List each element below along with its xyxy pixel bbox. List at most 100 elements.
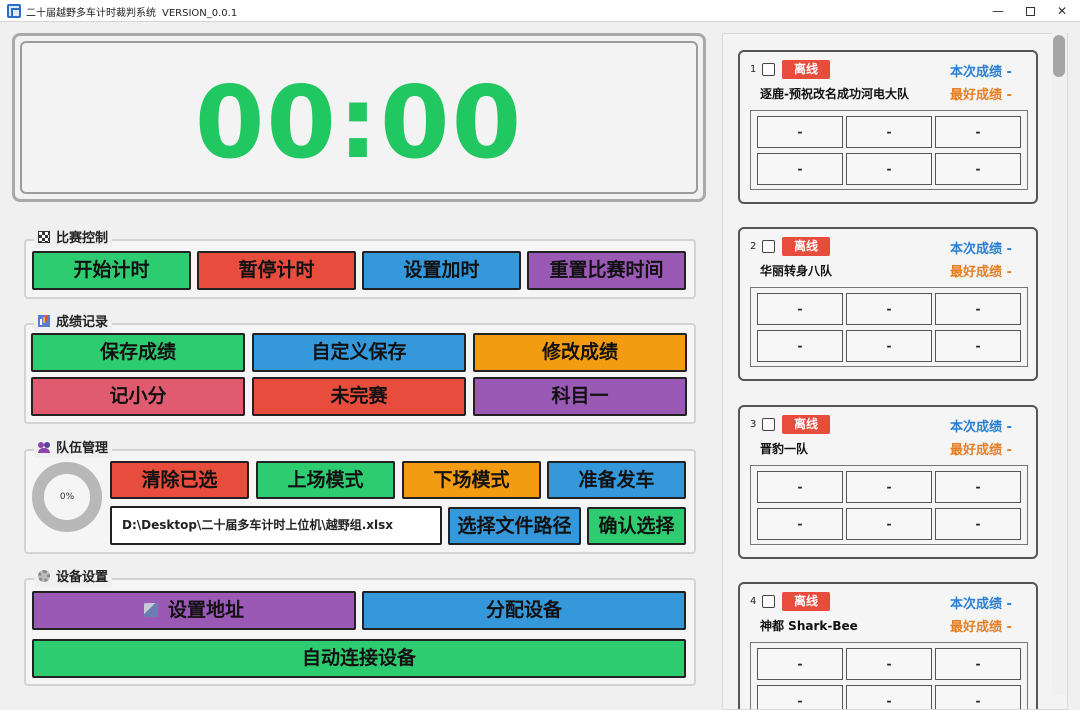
score-record-label: 成绩记录 [56,315,109,330]
best-score: 最好成绩 - [950,88,1012,103]
reset-time-button[interactable]: 重置比赛时间 [527,251,686,290]
score-cell: - [935,116,1021,148]
score-record-title: 成绩记录 [34,314,113,332]
current-score: 本次成绩 - [950,597,1012,612]
team-management-title: 队伍管理 [34,440,113,458]
progress-label: 0% [59,492,75,502]
unfinished-button[interactable]: 未完赛 [252,377,466,416]
device-settings-title: 设备设置 [34,569,113,587]
confirm-select-button[interactable]: 确认选择 [587,507,686,545]
close-icon: ✕ [1056,4,1068,18]
team-index: 2 [750,241,757,252]
maximize-button[interactable] [1012,0,1048,22]
maximize-icon [1025,7,1035,16]
minor-points-button[interactable]: 记小分 [31,377,245,416]
start-timer-button[interactable]: 开始计时 [32,251,191,290]
app-logo-icon [7,4,21,18]
score-cell: - [846,685,932,709]
people-icon [38,441,50,453]
timer-panel: 00:00 [12,33,706,202]
pause-timer-button[interactable]: 暂停计时 [197,251,356,290]
enter-mode-button[interactable]: 上场模式 [256,461,395,499]
score-grid: - - - - - - [750,642,1028,709]
file-path-input[interactable]: D:\Desktop\二十届多车计时上位机\越野组.xlsx [110,506,442,545]
ready-launch-button[interactable]: 准备发车 [547,461,686,499]
score-cell: - [935,330,1021,362]
app-version: VERSION_0.0.1 [162,8,238,19]
timer-inner-frame: 00:00 [20,41,698,194]
clear-selected-button[interactable]: 清除已选 [110,461,249,499]
team-name: 神都 Shark-Bee [760,619,858,633]
team-checkbox[interactable] [762,240,775,253]
brush-icon [143,603,158,617]
score-cell: - [757,293,843,325]
score-cell: - [757,685,843,709]
minimize-icon: — [992,4,1004,18]
auto-connect-button[interactable]: 自动连接设备 [32,639,686,678]
team-name: 晋豹一队 [760,442,809,456]
vertical-scrollbar[interactable] [1052,33,1066,695]
modify-score-button[interactable]: 修改成绩 [473,333,687,372]
score-grid: - - - - - - [750,110,1028,190]
app-title: 二十届越野多车计时裁判系统 [26,8,156,19]
team-index: 3 [750,419,757,430]
team-checkbox[interactable] [762,418,775,431]
team-checkbox[interactable] [762,63,775,76]
subject-one-button[interactable]: 科目一 [473,377,687,416]
save-score-button[interactable]: 保存成绩 [31,333,245,372]
team-checkbox[interactable] [762,595,775,608]
team-card: 1 离线 本次成绩 - 逐鹿-预祝改名成功河电大队 最好成绩 - - - - -… [738,50,1038,204]
score-cell: - [757,116,843,148]
score-cell: - [935,648,1021,680]
add-time-button[interactable]: 设置加时 [362,251,521,290]
race-control-title: 比赛控制 [34,230,113,248]
score-cell: - [935,471,1021,503]
team-list-panel[interactable]: 1 离线 本次成绩 - 逐鹿-预祝改名成功河电大队 最好成绩 - - - - -… [722,33,1068,710]
status-badge: 离线 [782,592,830,611]
score-cell: - [757,153,843,185]
exit-mode-button[interactable]: 下场模式 [402,461,541,499]
best-score: 最好成绩 - [950,443,1012,458]
score-cell: - [757,471,843,503]
score-cell: - [757,330,843,362]
score-cell: - [846,330,932,362]
status-badge: 离线 [782,237,830,256]
title-bar: 二十届越野多车计时裁判系统 VERSION_0.0.1 — ✕ [0,0,1080,22]
gear-icon [38,570,50,582]
set-address-button[interactable]: 设置地址 [32,591,356,630]
score-cell: - [757,508,843,540]
bar-chart-icon [38,315,50,327]
current-score: 本次成绩 - [950,420,1012,435]
scrollbar-thumb[interactable] [1053,35,1065,77]
score-cell: - [846,648,932,680]
team-card: 2 离线 本次成绩 - 华丽转身八队 最好成绩 - - - - - - - [738,227,1038,381]
current-score: 本次成绩 - [950,242,1012,257]
team-card: 3 离线 本次成绩 - 晋豹一队 最好成绩 - - - - - - - [738,405,1038,559]
progress-ring: 0% [32,462,102,532]
score-cell: - [935,685,1021,709]
score-grid: - - - - - - [750,465,1028,545]
set-address-label: 设置地址 [167,599,244,621]
custom-save-button[interactable]: 自定义保存 [252,333,466,372]
best-score: 最好成绩 - [950,620,1012,635]
score-cell: - [846,116,932,148]
assign-device-button[interactable]: 分配设备 [362,591,686,630]
score-cell: - [935,153,1021,185]
best-score: 最好成绩 - [950,265,1012,280]
team-name: 逐鹿-预祝改名成功河电大队 [760,87,909,101]
score-cell: - [846,153,932,185]
score-cell: - [935,293,1021,325]
window-title: 二十届越野多车计时裁判系统 VERSION_0.0.1 [26,4,237,19]
score-cell: - [935,508,1021,540]
score-cell: - [846,508,932,540]
close-button[interactable]: ✕ [1044,0,1080,22]
race-control-label: 比赛控制 [56,231,109,246]
choose-path-button[interactable]: 选择文件路径 [448,507,581,545]
timer-display: 00:00 [194,64,524,181]
team-index: 1 [750,64,757,75]
minimize-button[interactable]: — [980,0,1016,22]
checkered-flag-icon [38,231,50,243]
status-badge: 离线 [782,415,830,434]
team-management-label: 队伍管理 [56,441,109,456]
current-score: 本次成绩 - [950,65,1012,80]
